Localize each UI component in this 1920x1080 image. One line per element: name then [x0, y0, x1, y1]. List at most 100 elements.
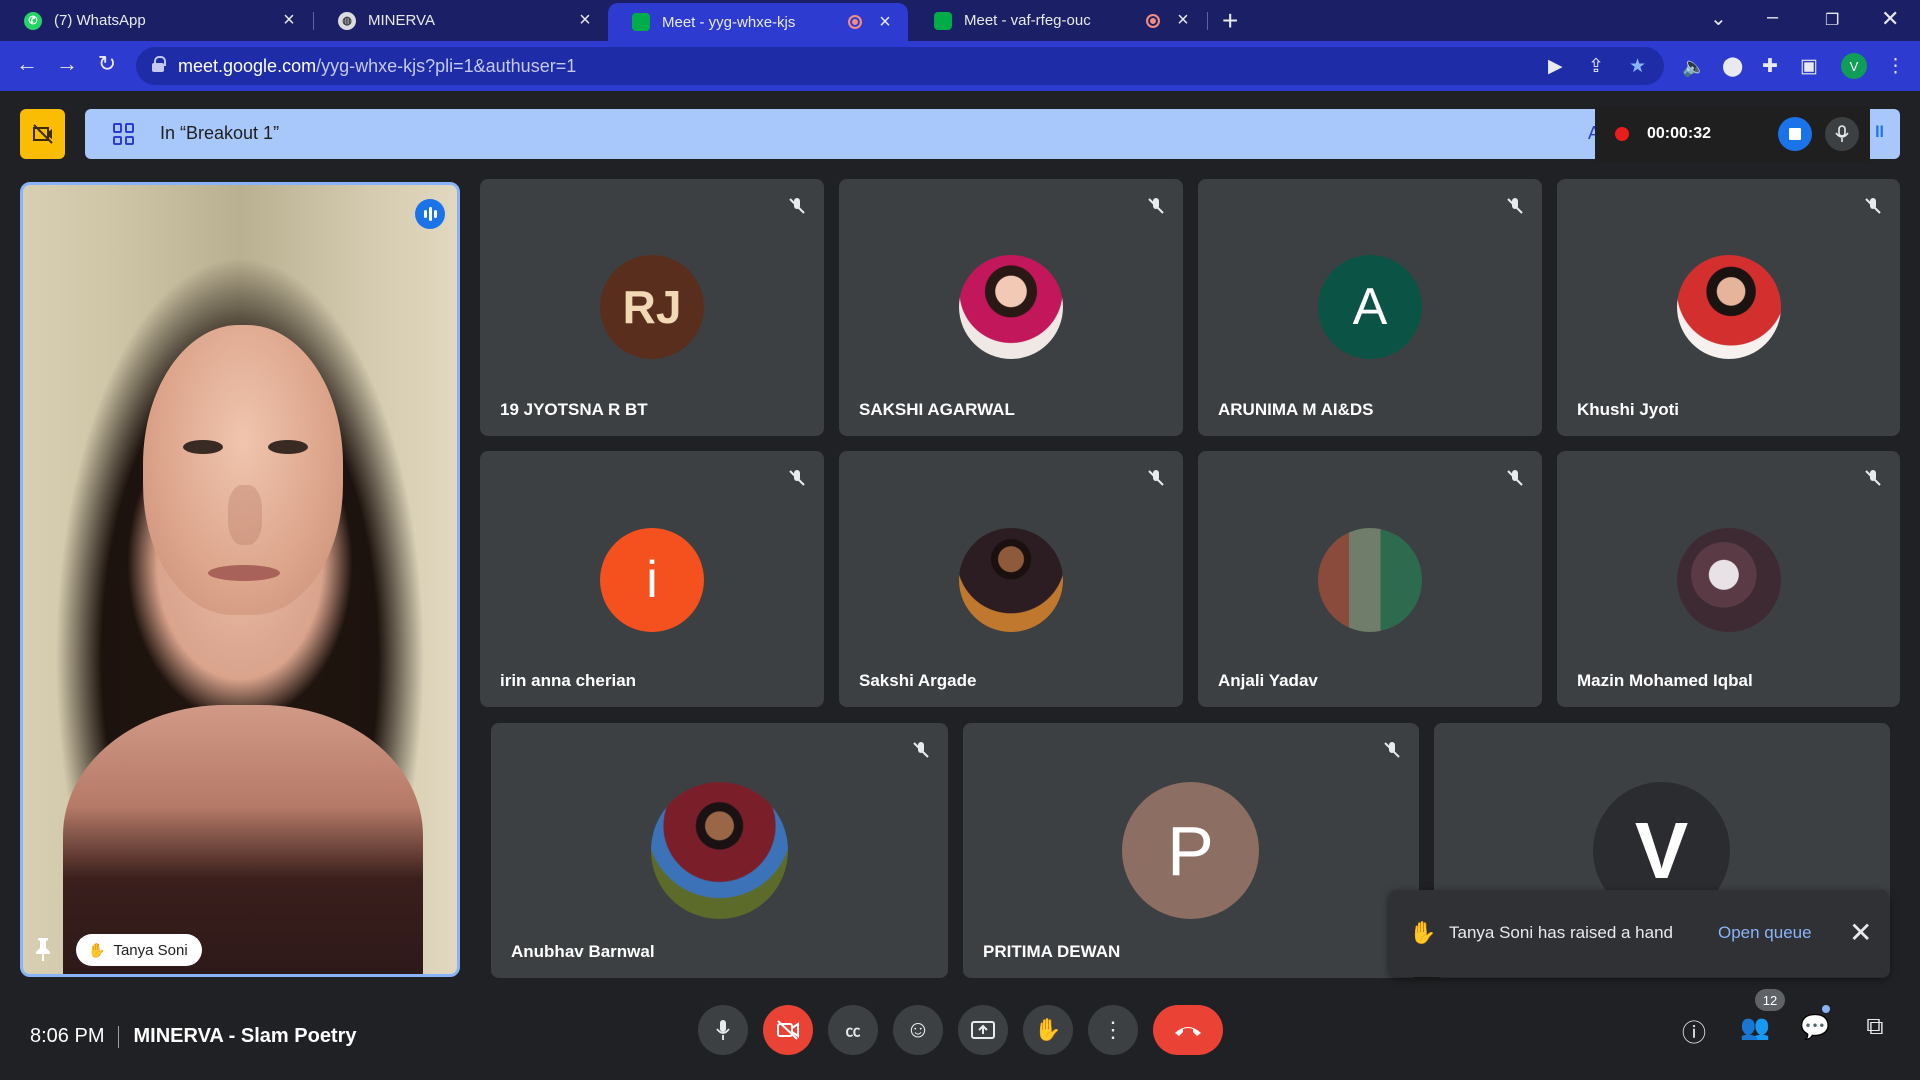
breakout-rooms-button[interactable] — [20, 109, 65, 159]
people-icon[interactable]: 👥 — [1738, 1013, 1772, 1042]
participant-avatar-photo — [1318, 528, 1422, 632]
participant-count-badge: 12 — [1755, 989, 1785, 1011]
address-bar[interactable]: meet.google.com/yyg-whxe-kjs?pli=1&authu… — [136, 47, 1664, 85]
open-queue-link[interactable]: Open queue — [1718, 923, 1812, 943]
participant-name: Anubhav Barnwal — [511, 942, 655, 961]
muted-mic-icon — [1143, 193, 1169, 219]
participant-tile[interactable]: P PRITIMA DEWAN — [963, 723, 1419, 978]
participant-name: 19 JYOTSNA R BT — [500, 400, 648, 419]
reactions-button[interactable]: ☺ — [893, 1005, 943, 1055]
participant-name: Mazin Mohamed Iqbal — [1577, 671, 1753, 690]
muted-mic-icon — [1379, 737, 1405, 763]
tab-search-chevron-icon[interactable]: ⌄ — [1710, 6, 1727, 31]
tab-minerva[interactable]: ◍ MINERVA × — [314, 0, 608, 41]
back-arrow-icon[interactable]: ← — [12, 51, 42, 77]
participant-name: SAKSHI AGARWAL — [859, 400, 1015, 419]
tab-meet-other[interactable]: Meet - vaf-rfeg-ouc × — [910, 0, 1206, 41]
breakout-room-label: In “Breakout 1” — [160, 123, 280, 143]
participant-tile[interactable]: Anubhav Barnwal — [491, 723, 948, 978]
participant-tile[interactable]: Anjali Yadav — [1198, 451, 1542, 707]
participant-name: Anjali Yadav — [1218, 671, 1318, 690]
muted-mic-icon — [908, 737, 934, 763]
participant-avatar-photo — [1677, 528, 1781, 632]
media-control-icon[interactable]: 🔈 — [1682, 55, 1706, 79]
recording-indicator-icon — [848, 15, 862, 29]
captions-button[interactable]: ㏄ — [828, 1005, 878, 1055]
forward-arrow-icon[interactable]: → — [52, 51, 82, 77]
present-screen-icon — [971, 1021, 995, 1039]
meeting-details-icon[interactable]: ⓘ — [1677, 1013, 1711, 1048]
more-options-button[interactable]: ⋮ — [1088, 1005, 1138, 1055]
muted-mic-icon — [1143, 465, 1169, 491]
participant-avatar-photo — [959, 528, 1063, 632]
microphone-toggle-button[interactable] — [698, 1005, 748, 1055]
close-window-icon[interactable]: ✕ — [1881, 6, 1899, 32]
lock-icon[interactable] — [152, 56, 166, 72]
restore-icon[interactable]: ❐ — [1825, 10, 1839, 30]
participant-avatar-photo — [1677, 255, 1781, 359]
tab-title: MINERVA — [368, 12, 435, 29]
recording-timer: 00:00:32 — [1647, 125, 1712, 142]
notification-message: Tanya Soni has raised a hand — [1449, 923, 1673, 942]
current-time: 8:06 PM — [30, 1025, 105, 1047]
profile-avatar[interactable]: V — [1841, 53, 1867, 79]
participant-tile[interactable]: RJ 19 JYOTSNA R BT — [480, 179, 824, 436]
pin-icon[interactable] — [33, 936, 53, 962]
recording-panel: 00:00:32 ll — [1595, 106, 1884, 162]
participant-tile[interactable]: Sakshi Argade — [839, 451, 1183, 707]
close-tab-icon[interactable]: × — [1174, 9, 1192, 32]
close-tab-icon[interactable]: × — [576, 9, 594, 32]
raise-hand-button[interactable]: ✋ — [1023, 1005, 1073, 1055]
participant-name: irin anna cherian — [500, 671, 637, 690]
stop-recording-button[interactable] — [1778, 117, 1812, 151]
google-meet-icon — [632, 13, 650, 31]
active-speaker-tile[interactable]: ✋ Tanya Soni — [20, 182, 460, 977]
tab-divider — [1207, 12, 1208, 30]
tab-whatsapp[interactable]: ✆ (7) WhatsApp × — [0, 0, 312, 41]
camera-toggle-button[interactable] — [763, 1005, 813, 1055]
leave-call-button[interactable] — [1153, 1005, 1223, 1055]
participant-avatar: A — [1318, 255, 1422, 359]
hand-icon: ✋ — [1034, 1017, 1062, 1042]
muted-mic-icon — [1502, 465, 1528, 491]
speaker-video-eye — [183, 440, 223, 454]
participant-tile[interactable]: A ARUNIMA M AI&DS — [1198, 179, 1542, 436]
participant-tile[interactable]: Khushi Jyoti — [1557, 179, 1900, 436]
close-tab-icon[interactable]: × — [876, 11, 894, 34]
chat-icon[interactable]: 💬 — [1798, 1013, 1832, 1042]
present-screen-button[interactable] — [958, 1005, 1008, 1055]
microphone-icon — [1835, 125, 1849, 142]
more-menu-icon[interactable]: ⋮ — [1886, 55, 1905, 78]
meet-area: In “Breakout 1” A 00:00:32 ll ✋ Tanya So… — [0, 91, 1920, 1080]
new-tab-button[interactable]: + — [1222, 5, 1238, 37]
bookmark-star-icon[interactable]: ★ — [1629, 55, 1646, 78]
participant-avatar: RJ — [600, 255, 704, 359]
participant-tile[interactable]: Mazin Mohamed Iqbal — [1557, 451, 1900, 707]
side-panel-icon[interactable]: ▣ — [1800, 55, 1818, 78]
participant-tile[interactable]: i irin anna cherian — [480, 451, 824, 707]
stop-icon — [1789, 128, 1801, 140]
microphone-icon — [716, 1020, 730, 1040]
url-text: meet.google.com/yyg-whxe-kjs?pli=1&authu… — [178, 56, 577, 76]
participant-name: PRITIMA DEWAN — [983, 942, 1121, 961]
reload-icon[interactable]: ↻ — [92, 51, 122, 77]
close-notification-icon[interactable]: ✕ — [1849, 916, 1872, 949]
recorder-mic-button[interactable] — [1825, 117, 1859, 151]
minimize-icon[interactable]: – — [1767, 6, 1778, 29]
muted-mic-icon — [1860, 465, 1886, 491]
share-icon[interactable]: ⇪ — [1588, 55, 1604, 78]
tab-title: Meet - yyg-whxe-kjs — [662, 13, 796, 31]
meeting-controls-bar: 8:06 PM MINERVA - Slam Poetry ㏄ ☺ ✋ ⋮ ⓘ 👥… — [0, 989, 1920, 1080]
tab-meet-active[interactable]: Meet - yyg-whxe-kjs × — [608, 3, 908, 41]
camera-in-use-icon[interactable]: ▶ — [1548, 55, 1563, 78]
camera-off-grid-icon — [32, 124, 53, 144]
tab-title: Meet - vaf-rfeg-ouc — [964, 12, 1091, 29]
captions-icon: ㏄ — [845, 1022, 861, 1040]
whatsapp-icon: ✆ — [24, 11, 42, 30]
puzzle-extensions-icon[interactable]: ✚ — [1762, 55, 1778, 78]
activities-icon[interactable]: ⧉ — [1858, 1013, 1892, 1041]
close-tab-icon[interactable]: × — [280, 9, 298, 32]
extension-icon[interactable]: ⬤ — [1722, 55, 1743, 78]
participant-tile[interactable]: SAKSHI AGARWAL — [839, 179, 1183, 436]
speaker-video-mouth — [208, 565, 280, 581]
